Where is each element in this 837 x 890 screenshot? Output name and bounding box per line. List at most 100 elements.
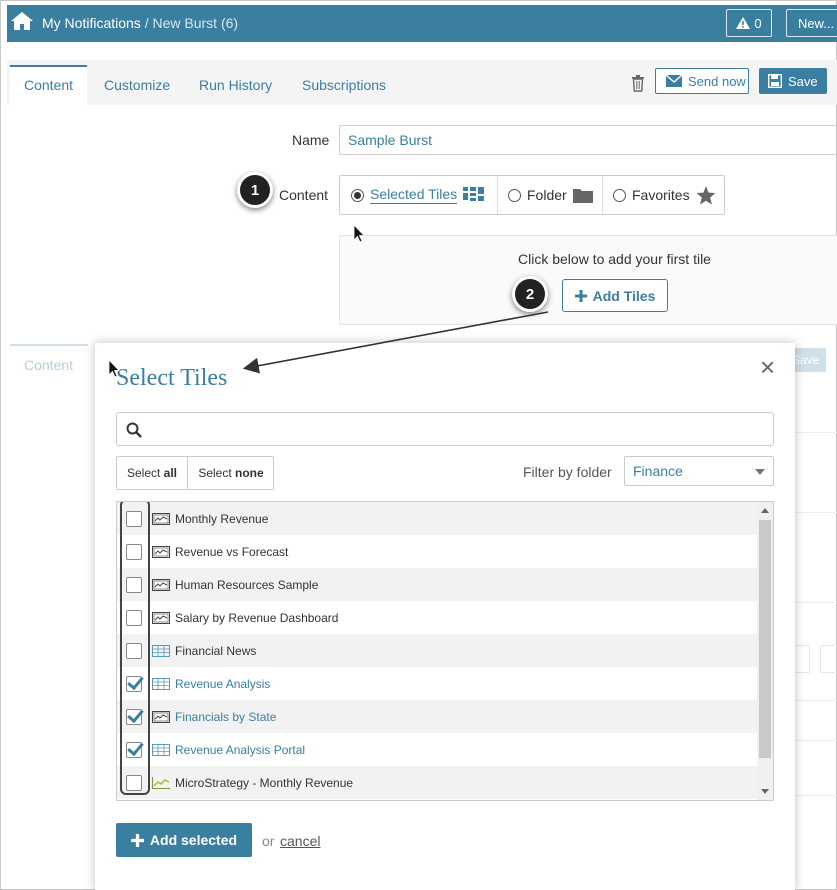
breadcrumb-separator: / — [140, 15, 153, 31]
cancel-link[interactable]: cancel — [280, 833, 320, 849]
background-control — [820, 645, 837, 673]
favorites-label: Favorites — [632, 187, 690, 203]
envelope-icon — [666, 75, 682, 87]
tile-hint-text: Click below to add your first tile — [518, 251, 711, 267]
step-badge-1: 1 — [237, 172, 273, 208]
tile-label: Human Resources Sample — [175, 577, 319, 592]
tile-row[interactable]: Revenue vs Forecast — [117, 535, 757, 568]
background-divider — [795, 700, 837, 701]
select-all-prefix: Select — [126, 466, 161, 480]
floppy-disk-icon — [768, 74, 782, 88]
add-selected-button[interactable]: Add selected — [116, 823, 252, 857]
table-icon — [152, 677, 170, 690]
selected-tiles-label: Selected Tiles — [370, 186, 458, 204]
content-label: Content — [279, 187, 329, 203]
filter-folder-value: Finance — [633, 463, 683, 479]
tile-list: MicroStrategy - Monthly Revenue Revenue A… — [116, 501, 774, 801]
dashboard-icon — [152, 710, 170, 723]
tile-search-input[interactable] — [116, 412, 774, 446]
send-now-button[interactable]: Send now — [655, 68, 749, 94]
content-type-selector: Selected Tiles Folder Favorites — [339, 175, 725, 215]
breadcrumb-current: New Burst (6) — [152, 15, 239, 31]
checkbox-column-highlight — [120, 502, 150, 795]
search-icon — [126, 422, 142, 438]
chevron-down-icon — [755, 469, 765, 475]
tab-customize[interactable]: Customize — [104, 77, 170, 93]
alerts-button[interactable]: 0 — [726, 9, 772, 37]
tile-label: Financials by State — [175, 709, 277, 724]
background-divider — [795, 512, 837, 513]
tile-row[interactable]: Monthly Revenue — [117, 502, 757, 535]
dashboard-icon — [152, 545, 170, 558]
radio-selected-icon — [351, 188, 364, 202]
select-none-prefix: Select — [198, 466, 232, 480]
save-button[interactable]: Save — [759, 68, 827, 94]
radio-unselected-icon — [508, 188, 521, 202]
breadcrumb: My Notifications / New Burst (6) — [42, 15, 238, 31]
select-none-bold: none — [235, 466, 264, 480]
dashboard-icon — [152, 611, 170, 624]
background-divider — [795, 432, 837, 433]
table-icon — [152, 644, 170, 657]
home-icon[interactable] — [10, 10, 34, 32]
filter-folder-select[interactable]: Finance — [624, 456, 774, 486]
close-icon[interactable]: × — [760, 354, 780, 380]
dashboard-icon — [152, 512, 170, 525]
scrollbar-thumb[interactable] — [759, 520, 771, 758]
tile-row[interactable]: Financials by State — [117, 700, 757, 733]
dashboard-icon — [152, 578, 170, 591]
send-now-label: Send now — [688, 73, 746, 89]
tile-row[interactable]: Revenue Analysis — [117, 667, 757, 700]
select-all-bold: all — [163, 466, 178, 480]
tile-label: MicroStrategy - Monthly Revenue — [175, 775, 354, 790]
star-icon — [696, 185, 716, 204]
tile-row[interactable]: Revenue Analysis Portal — [117, 733, 757, 766]
tab-subscriptions[interactable]: Subscriptions — [302, 77, 386, 93]
tile-label: Revenue Analysis Portal — [175, 742, 306, 757]
modal-title: Select Tiles — [116, 365, 228, 391]
select-none-button[interactable]: Select none — [188, 457, 274, 489]
background-tab-content: Content — [10, 344, 88, 384]
tile-row[interactable]: Human Resources Sample — [117, 568, 757, 601]
new-button[interactable]: New... — [786, 9, 837, 37]
or-text: or — [262, 833, 275, 849]
breadcrumb-root[interactable]: My Notifications — [42, 15, 141, 31]
alert-count: 0 — [754, 15, 762, 31]
tile-row[interactable]: Salary by Revenue Dashboard — [117, 601, 757, 634]
folder-label: Folder — [527, 187, 567, 203]
tab-bar: Content Customize Run History Subscripti… — [7, 60, 837, 105]
warning-icon — [736, 17, 751, 29]
select-toggle-group: Select all Select none — [116, 456, 274, 490]
tile-row[interactable]: Financial News — [117, 634, 757, 667]
background-divider — [795, 795, 837, 796]
tile-label: Financial News — [175, 643, 257, 658]
add-selected-label: Add selected — [149, 832, 238, 848]
tile-row[interactable]: MicroStrategy - Monthly Revenue — [117, 766, 757, 799]
folder-icon — [572, 189, 593, 203]
list-scrollbar[interactable] — [757, 502, 773, 800]
add-tiles-button[interactable]: Add Tiles — [562, 279, 668, 312]
select-tiles-modal: Select Tiles × Select all Select none Fi… — [95, 343, 795, 890]
tile-label: Revenue vs Forecast — [175, 544, 289, 559]
content-option-selected-tiles[interactable]: Selected Tiles — [340, 176, 498, 214]
tile-label: Revenue Analysis — [175, 676, 271, 691]
scroll-down-icon[interactable] — [761, 789, 769, 794]
radio-unselected-icon — [613, 188, 626, 202]
tab-run-history[interactable]: Run History — [199, 77, 272, 93]
table-icon — [152, 743, 170, 756]
name-input[interactable]: Sample Burst — [339, 125, 837, 155]
add-tiles-label: Add Tiles — [592, 287, 656, 304]
name-label: Name — [292, 132, 330, 148]
tile-label: Salary by Revenue Dashboard — [175, 610, 339, 625]
plus-icon — [574, 289, 587, 302]
tile-label: Monthly Revenue — [175, 511, 269, 526]
save-label: Save — [788, 73, 818, 89]
filter-folder-label: Filter by folder — [523, 464, 612, 480]
background-divider — [795, 602, 837, 603]
content-option-favorites[interactable]: Favorites — [603, 176, 725, 214]
trash-icon[interactable] — [630, 74, 646, 92]
select-all-button[interactable]: Select all — [117, 457, 188, 489]
scroll-up-icon[interactable] — [761, 508, 769, 513]
tab-content[interactable]: Content — [10, 65, 88, 105]
content-option-folder[interactable]: Folder — [498, 176, 603, 214]
